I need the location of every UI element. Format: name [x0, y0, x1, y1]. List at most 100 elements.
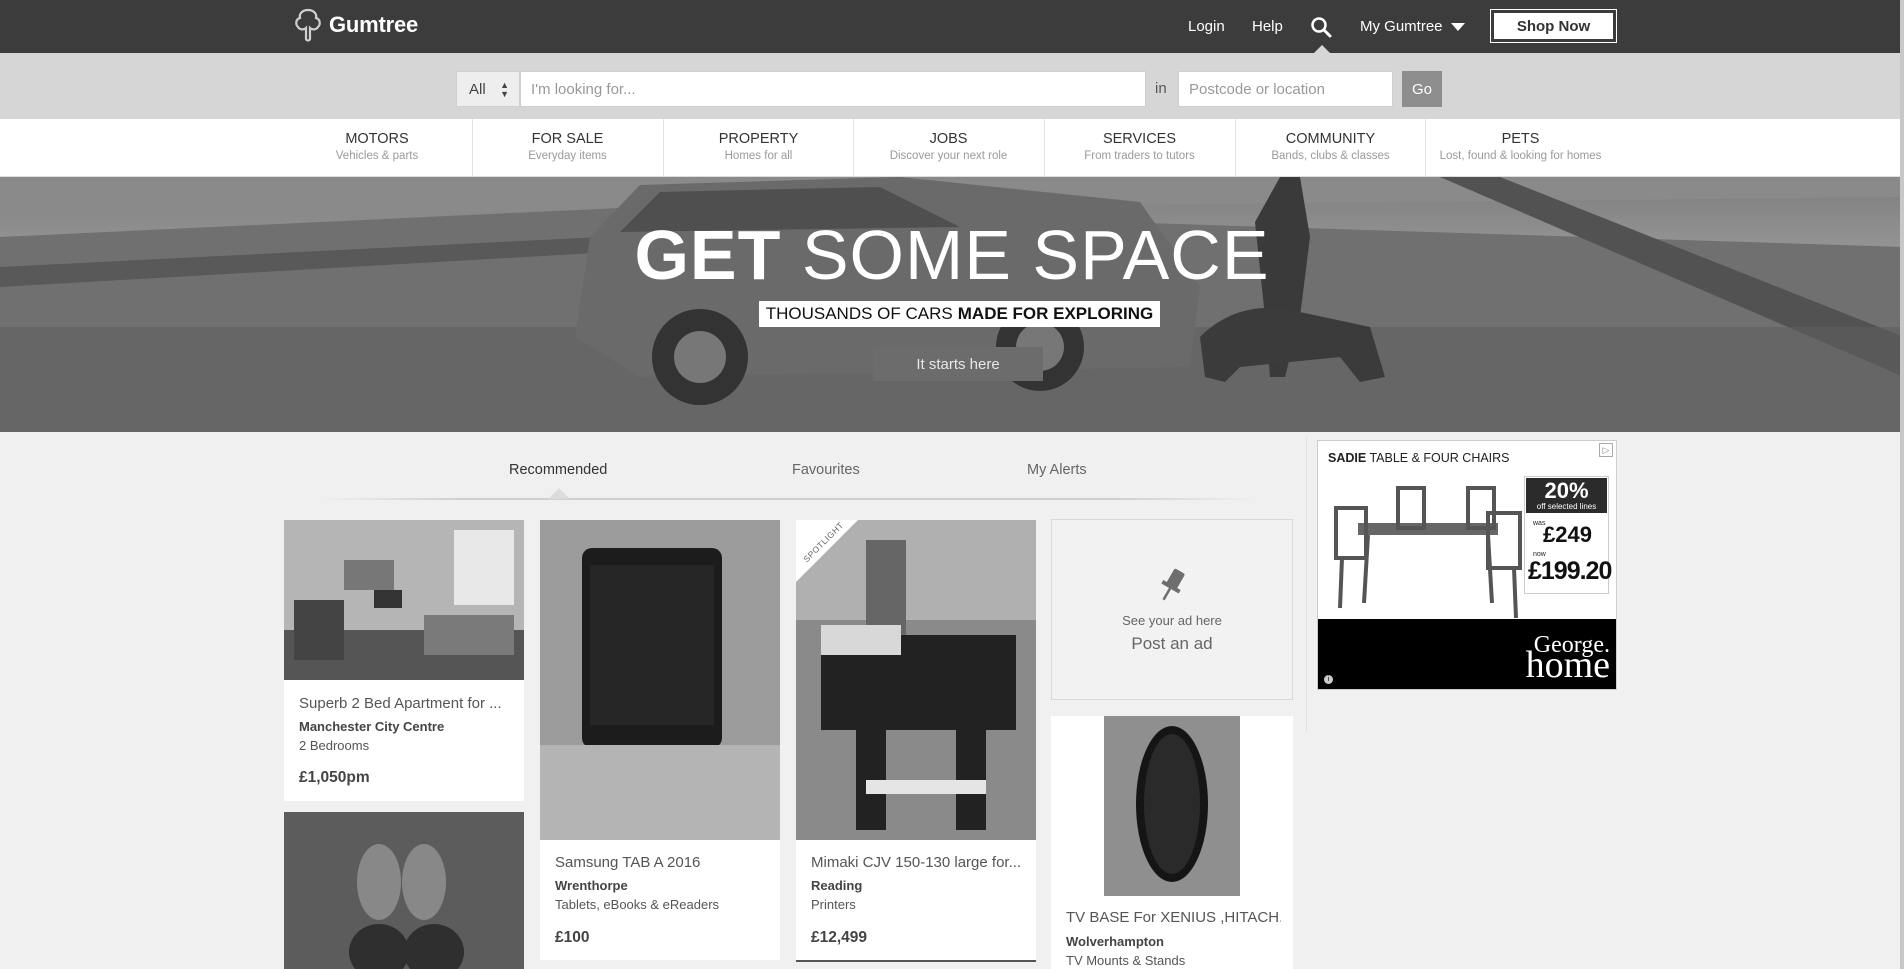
top-bar: Gumtree Login Help My Gumtree Shop Now [0, 0, 1904, 53]
hero-title-rest: SOME SPACE [801, 216, 1270, 294]
listing-card[interactable]: Superb 2 Bed Apartment for ... Mancheste… [284, 520, 524, 801]
pin-icon [1161, 568, 1185, 601]
chevron-down-icon [1450, 22, 1465, 31]
in-label: in [1155, 80, 1167, 97]
category-services[interactable]: SERVICES From traders to tutors [1044, 119, 1234, 177]
listing-location: Manchester City Centre [299, 719, 445, 734]
ad-price-badge: 20% off selected lines was £249 now £199… [1524, 476, 1612, 594]
logo-text: Gumtree [329, 12, 419, 37]
category-subtitle: Discover your next role [889, 150, 1008, 162]
category-subtitle: Homes for all [724, 150, 793, 162]
ad-headline-text: TABLE & FOUR CHAIRS [1369, 451, 1510, 465]
my-gumtree-menu[interactable]: My Gumtree [1360, 0, 1465, 53]
tab-favourites[interactable]: Favourites [792, 462, 860, 478]
listing-category: Tablets, eBooks & eReaders [555, 897, 720, 912]
listing-card[interactable]: SPOTLIGHT Mimaki CJV 150-130 large for..… [796, 520, 1036, 962]
listing-photo[interactable] [284, 812, 524, 969]
category-subtitle: Bands, clubs & classes [1271, 150, 1390, 162]
category-title: MOTORS [345, 131, 409, 147]
ad-discount: 20% off selected lines [1526, 478, 1607, 513]
category-nav: MOTORS Vehicles & parts FOR SALE Everyda… [0, 119, 1904, 177]
ad-discount-note: off selected lines [1536, 502, 1597, 511]
post-ad-link[interactable]: Post an ad [1052, 634, 1292, 654]
listing-card[interactable]: Samsung TAB A 2016 Wrenthorpe Tablets, e… [540, 520, 780, 960]
listing-location: Reading [811, 878, 863, 893]
tab-my-alerts[interactable]: My Alerts [1027, 462, 1087, 478]
ad-was-price: £249 [1543, 522, 1592, 547]
my-gumtree-label: My Gumtree [1360, 18, 1443, 35]
search-input[interactable]: I'm looking for... [520, 71, 1146, 107]
go-button[interactable]: Go [1402, 71, 1442, 107]
ad-footer: George. home i [1318, 619, 1616, 689]
tree-icon [295, 8, 321, 42]
hero-banner[interactable]: GET SOME SPACE THOUSANDS OF CARS MADE FO… [0, 177, 1904, 432]
category-title: JOBS [929, 131, 968, 147]
location-input[interactable]: Postcode or location [1178, 71, 1393, 107]
listing-photo[interactable] [540, 520, 780, 840]
listing-card[interactable]: TV BASE For XENIUS ,HITACH... Wolverhamp… [1051, 716, 1293, 969]
category-title: PETS [1501, 131, 1540, 147]
category-subtitle: Lost, found & looking for homes [1439, 150, 1602, 162]
hero-subtitle-bold: MADE FOR EXPLORING [957, 304, 1154, 323]
listing-photo[interactable] [1104, 716, 1240, 896]
category-title: COMMUNITY [1285, 131, 1376, 147]
hero-subtitle: THOUSANDS OF CARS MADE FOR EXPLORING [759, 301, 1160, 327]
category-subtitle: From traders to tutors [1084, 150, 1195, 162]
listing-price: £100 [555, 929, 590, 946]
hero-title: GET SOME SPACE [0, 215, 1904, 295]
ad-discount-value: 20% [1544, 478, 1589, 503]
hero-title-bold: GET [634, 216, 782, 294]
ad-now-price: £199.20 [1528, 557, 1612, 585]
info-icon[interactable]: i [1324, 675, 1333, 684]
location-placeholder: Postcode or location [1189, 80, 1325, 98]
login-link[interactable]: Login [1188, 0, 1225, 53]
category-title: SERVICES [1102, 131, 1177, 147]
column-divider [1306, 437, 1307, 732]
search-pointer [1314, 45, 1330, 53]
category-subtitle: Vehicles & parts [335, 150, 419, 162]
shop-now-label: Shop Now [1494, 13, 1613, 39]
tabs-divider [320, 498, 1255, 500]
category-subtitle: Everyday items [528, 150, 607, 162]
category-select[interactable]: All ▲ ▼ [456, 71, 520, 107]
listing-title[interactable]: Mimaki CJV 150-130 large for... [811, 854, 1026, 871]
spotlight-label: SPOTLIGHT [801, 520, 846, 565]
search-bar: All ▲ ▼ I'm looking for... in Postcode or… [0, 53, 1904, 119]
tab-recommended[interactable]: Recommended [509, 462, 607, 478]
category-property[interactable]: PROPERTY Homes for all [663, 119, 853, 177]
gumtree-logo[interactable]: Gumtree [293, 7, 418, 43]
category-community[interactable]: COMMUNITY Bands, clubs & classes [1235, 119, 1425, 177]
listing-title[interactable]: TV BASE For XENIUS ,HITACH... [1066, 909, 1281, 926]
listing-card[interactable] [284, 812, 524, 969]
category-title: PROPERTY [718, 131, 799, 147]
category-pets[interactable]: PETS Lost, found & looking for homes [1425, 119, 1615, 177]
select-arrows-icon: ▲ ▼ [500, 80, 509, 99]
ad-choices-icon[interactable]: ▷ [1599, 443, 1613, 457]
ad-brand-line2: home [1525, 644, 1610, 686]
category-jobs[interactable]: JOBS Discover your next role [853, 119, 1043, 177]
listing-photo[interactable] [284, 520, 524, 680]
listing-category: TV Mounts & Stands [1066, 953, 1186, 968]
hero-cta-button[interactable]: It starts here [873, 347, 1043, 381]
shop-now-button[interactable]: Shop Now [1490, 9, 1617, 43]
page-scrollbar[interactable] [1900, 0, 1904, 969]
category-title: FOR SALE [531, 131, 604, 147]
ad-product-name: SADIE [1328, 451, 1367, 465]
search-placeholder: I'm looking for... [531, 80, 636, 98]
listing-location: Wolverhampton [1066, 934, 1164, 949]
hero-subtitle-plain: THOUSANDS OF CARS [765, 304, 953, 323]
advertisement[interactable]: SADIE TABLE & FOUR CHAIRS ▷ 20% off sele… [1317, 440, 1617, 690]
listing-category: 2 Bedrooms [299, 738, 370, 753]
post-ad-card[interactable]: See your ad here Post an ad [1051, 519, 1293, 700]
category-motors[interactable]: MOTORS Vehicles & parts [282, 119, 472, 177]
listing-tabs: Recommended Favourites My Alerts [320, 450, 1255, 502]
help-link[interactable]: Help [1252, 0, 1283, 53]
listing-title[interactable]: Superb 2 Bed Apartment for ... [299, 695, 511, 712]
listing-location: Wrenthorpe [555, 878, 628, 893]
spotlight-badge: SPOTLIGHT [796, 520, 860, 584]
listing-title[interactable]: Samsung TAB A 2016 [555, 854, 767, 871]
category-for-sale[interactable]: FOR SALE Everyday items [472, 119, 662, 177]
listing-price: £1,050pm [299, 769, 370, 786]
listing-price: £12,499 [811, 929, 868, 946]
listing-category: Printers [811, 897, 856, 912]
